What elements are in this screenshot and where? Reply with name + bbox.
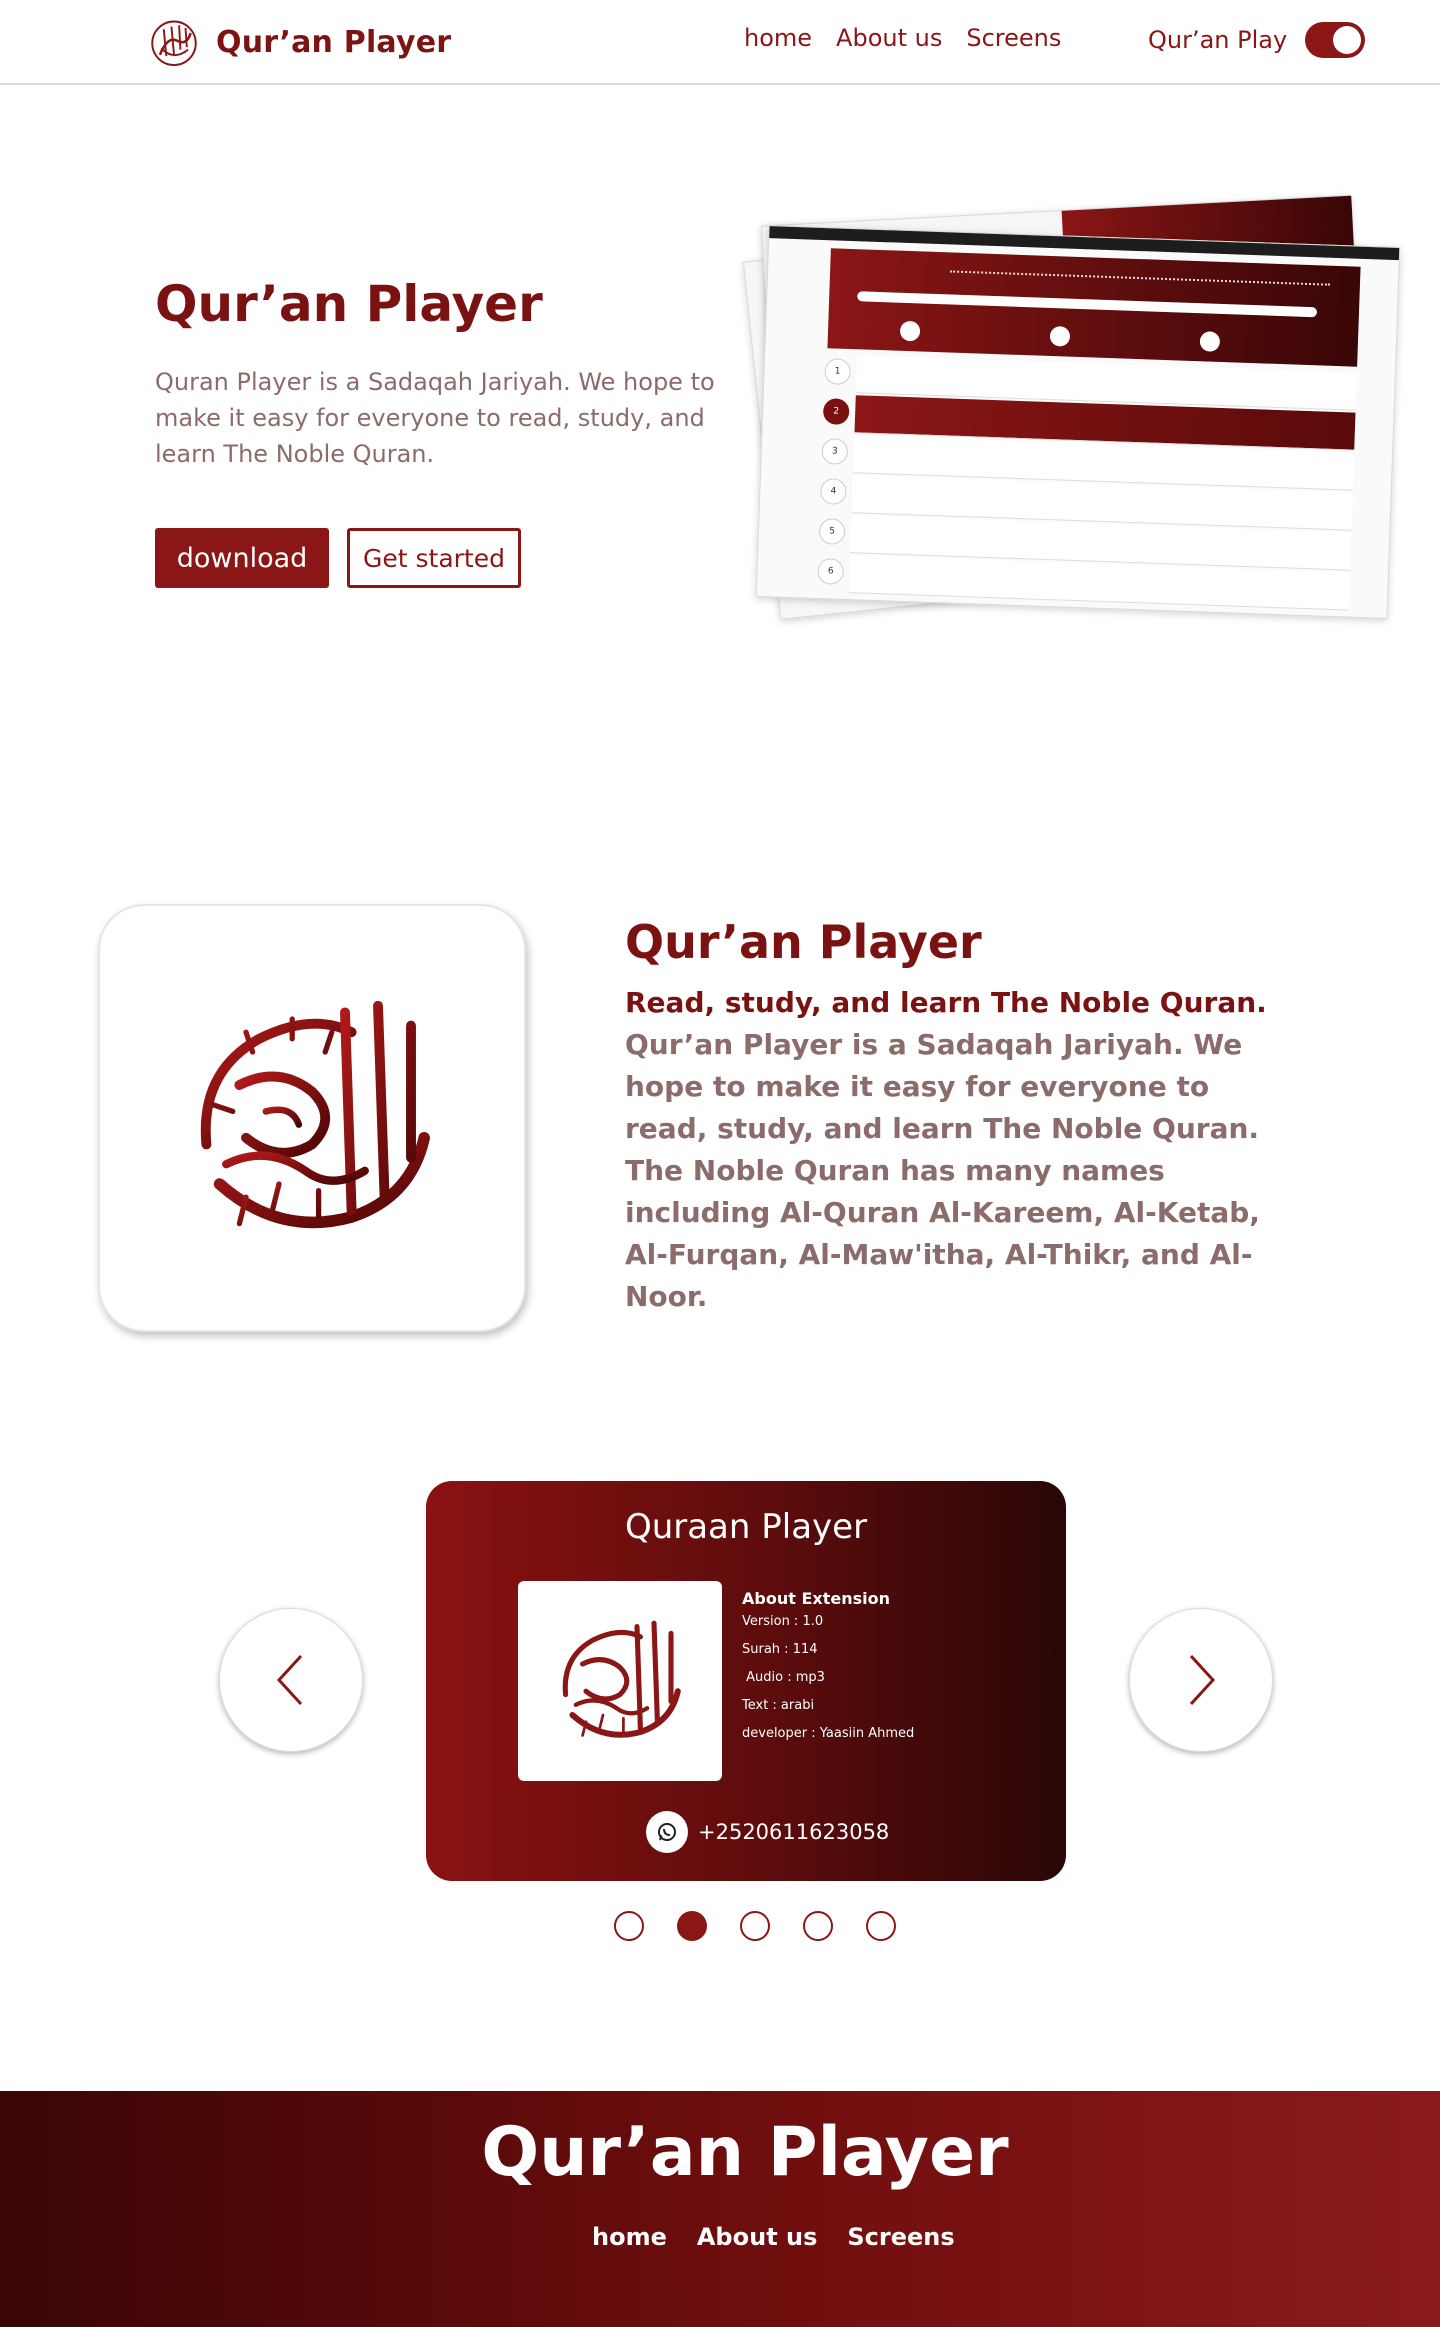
carousel-logo [518, 1581, 722, 1781]
screenshot-row-number: 2 [822, 398, 850, 426]
info-text: Text : arabi [742, 1698, 815, 1713]
carousel-dot-4[interactable] [803, 1911, 833, 1941]
about-logo-card [98, 904, 526, 1332]
carousel-dot-3[interactable] [740, 1911, 770, 1941]
chevron-right-icon [1189, 1654, 1216, 1706]
screenshot-row-number: 3 [821, 438, 849, 465]
carousel-slide: Quraan Player About Extension Version : … [426, 1481, 1066, 1881]
footer-link-about[interactable]: About us [697, 2223, 818, 2251]
carousel-dot-2[interactable] [677, 1911, 707, 1941]
footer-links: home About us Screens [592, 2223, 955, 2251]
footer-title: Qur’an Player [481, 2113, 1009, 2192]
info-heading: About Extension [742, 1589, 890, 1608]
carousel-prev-button[interactable] [219, 1608, 363, 1752]
contact-phone[interactable]: +2520611623058 [646, 1811, 889, 1853]
about-description: Qur’an Player is a Sadaqah Jariyah. We h… [625, 1028, 1260, 1313]
screenshot-player-header [827, 248, 1361, 367]
navbar: Qur’an Player home About us Screens Qur’… [0, 0, 1440, 85]
whatsapp-icon [646, 1811, 688, 1853]
nav-link-home[interactable]: home [744, 24, 812, 52]
info-audio: Audio : mp3 [742, 1670, 825, 1685]
nav-app-label: Qur’an Play [1148, 26, 1288, 54]
footer: Qur’an Player home About us Screens [0, 2091, 1440, 2327]
carousel-next-button[interactable] [1129, 1608, 1273, 1752]
screenshot-prev-icon [899, 320, 921, 342]
brand-name: Qur’an Player [216, 24, 452, 60]
info-surah: Surah : 114 [742, 1642, 818, 1657]
download-button[interactable]: download [155, 528, 329, 588]
extension-info: About Extension Version : 1.0 Surah : 11… [742, 1589, 914, 1754]
info-version: Version : 1.0 [742, 1614, 824, 1629]
footer-link-home[interactable]: home [592, 2223, 667, 2251]
screenshot-row-number: 6 [817, 558, 845, 585]
carousel-indicators [614, 1911, 896, 1941]
screenshot-row-number: 4 [819, 478, 847, 505]
toggle-knob [1333, 26, 1362, 54]
hero-description: Quran Player is a Sadaqah Jariyah. We ho… [155, 368, 715, 468]
nav-link-about[interactable]: About us [836, 24, 942, 52]
carousel-title: Quraan Player [624, 1507, 868, 1547]
screenshot-verse [950, 266, 1331, 286]
carousel-dot-1[interactable] [614, 1911, 644, 1941]
get-started-button[interactable]: Get started [347, 528, 521, 588]
nav-right: Qur’an Play [1148, 22, 1366, 58]
brand[interactable]: Qur’an Player [142, 8, 451, 76]
footer-link-screens[interactable]: Screens [847, 2223, 954, 2251]
nav-link-screens[interactable]: Screens [966, 24, 1061, 52]
screenshot-next-icon [1199, 331, 1221, 352]
info-developer: developer : Yaasiin Ahmed [742, 1726, 915, 1741]
screenshot-row-number: 5 [818, 518, 846, 545]
theme-toggle[interactable] [1305, 22, 1366, 58]
screenshot-progress-bar [857, 291, 1318, 318]
about-title: Qur’an Player [625, 915, 982, 969]
quran-calligraphy-logo-icon [151, 20, 197, 66]
app-screenshots-stack: 1 2 3 4 5 6 [730, 170, 1410, 670]
app-screenshot-front: 1 2 3 4 5 6 [755, 225, 1401, 619]
phone-number: +2520611623058 [698, 1820, 890, 1844]
screenshot-pause-icon [1049, 325, 1071, 347]
quran-calligraphy-logo-icon [562, 1620, 681, 1738]
hero-title: Qur’an Player [155, 275, 543, 333]
screenshot-row-number: 1 [824, 358, 852, 386]
about-subtitle: Read, study, and learn The Noble Quran. [625, 986, 1267, 1019]
nav-links: home About us Screens [744, 24, 1061, 52]
chevron-left-icon [276, 1654, 303, 1706]
quran-calligraphy-logo-icon [200, 1000, 430, 1229]
carousel-dot-5[interactable] [866, 1911, 896, 1941]
